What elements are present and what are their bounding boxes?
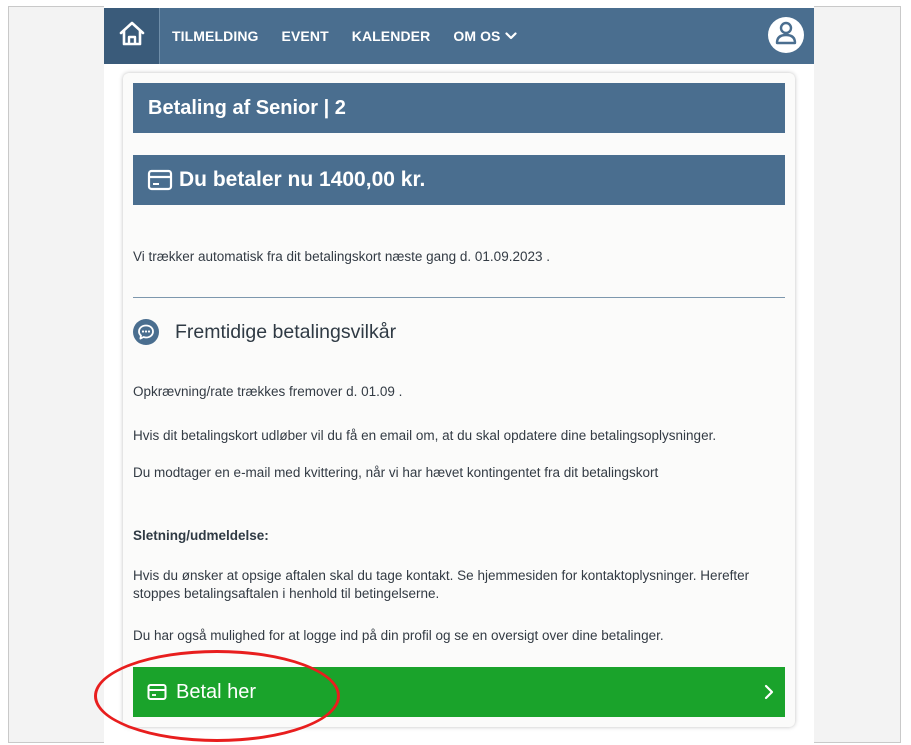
- credit-card-icon: [147, 683, 167, 701]
- amount-text: Du betaler nu 1400,00 kr.: [179, 168, 426, 191]
- nav-menu: TILMELDING EVENT KALENDER OM OS: [172, 28, 540, 44]
- amount-banner: Du betaler nu 1400,00 kr.: [133, 155, 785, 205]
- profile-info-text: Du har også mulighed for at logge ind på…: [133, 628, 664, 643]
- pay-button-label: Betal her: [176, 680, 257, 703]
- receipt-text: Du modtager en e-mail med kvittering, nå…: [133, 465, 659, 480]
- pay-button[interactable]: Betal her: [133, 667, 785, 717]
- cancellation-text: Hvis du ønsker at opsige aftalen skal du…: [133, 568, 750, 601]
- chat-icon: [133, 319, 159, 345]
- nav-item-kalender[interactable]: KALENDER: [352, 28, 431, 44]
- nav-item-event[interactable]: EVENT: [282, 28, 329, 44]
- nav-item-tilmelding[interactable]: TILMELDING: [172, 28, 259, 44]
- card-expiry-text: Hvis dit betalingskort udløber vil du få…: [133, 428, 717, 443]
- divider: [133, 297, 785, 298]
- chevron-down-icon: [504, 31, 517, 41]
- chevron-right-icon: [763, 682, 775, 702]
- section-heading: Fremtidige betalingsvilkår: [133, 319, 396, 345]
- nav-item-om-os[interactable]: OM OS: [453, 28, 517, 44]
- cancellation-heading: Sletning/udmeldelse:: [133, 528, 269, 543]
- nav-item-om-os-label: OM OS: [453, 28, 501, 44]
- home-button[interactable]: [104, 8, 160, 64]
- page-title: Betaling af Senior | 2: [133, 83, 785, 133]
- top-navbar: TILMELDING EVENT KALENDER OM OS: [104, 8, 814, 64]
- billing-date-text: Opkrævning/rate trækkes fremover d. 01.0…: [133, 384, 403, 399]
- payment-card: Betaling af Senior | 2 Du betaler nu 140…: [123, 73, 795, 727]
- home-icon: [117, 19, 147, 54]
- credit-card-icon: [147, 169, 173, 191]
- user-icon: [774, 20, 798, 51]
- profile-button[interactable]: [768, 17, 804, 53]
- section-heading-label: Fremtidige betalingsvilkår: [175, 320, 397, 343]
- auto-charge-text: Vi trækker automatisk fra dit betalingsk…: [133, 249, 550, 264]
